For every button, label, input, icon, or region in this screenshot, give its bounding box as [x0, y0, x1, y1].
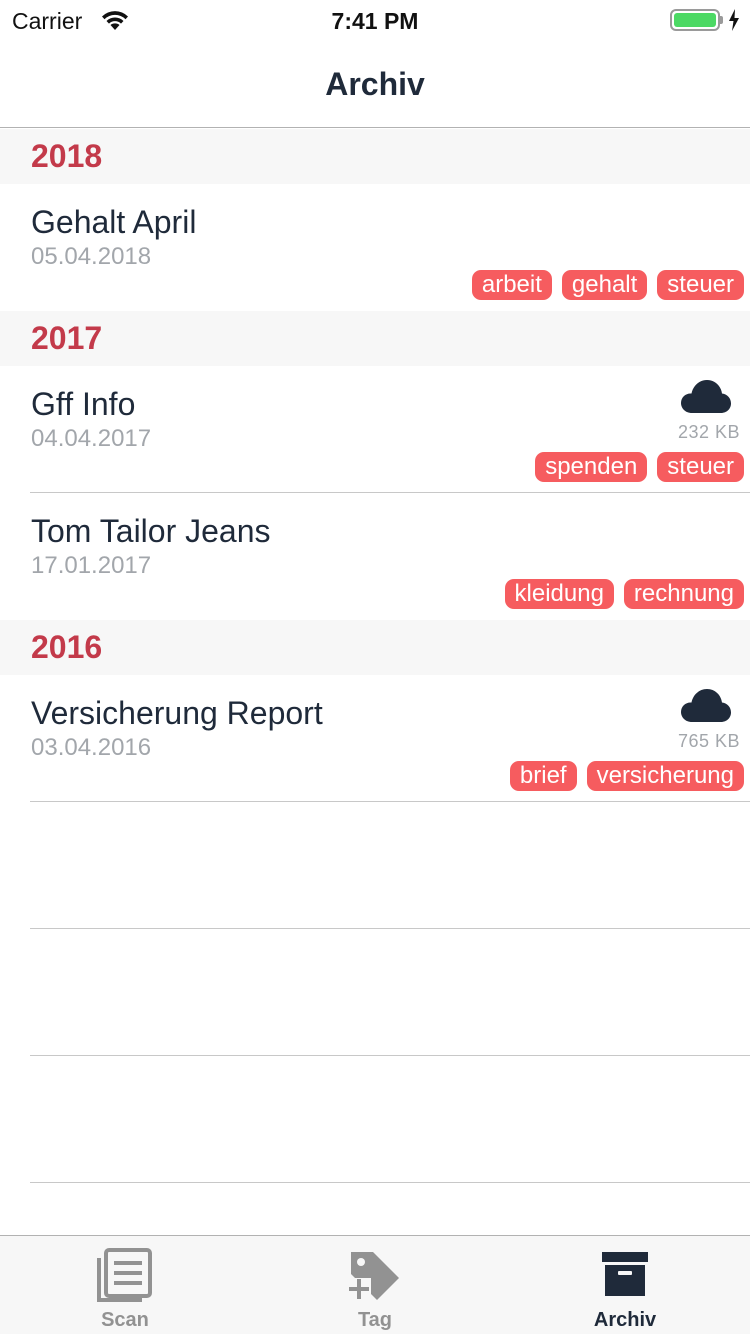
battery-tip [720, 16, 723, 24]
charging-bolt-icon [729, 9, 739, 31]
section-header-2016: 2016 [0, 620, 750, 675]
cloud-icon [681, 689, 731, 722]
document-title: Gehalt April [31, 204, 197, 240]
archive-list[interactable]: 2018 Gehalt April 05.04.2018 arbeit geha… [0, 129, 750, 1183]
section-year: 2017 [31, 320, 103, 356]
section-year: 2016 [31, 629, 103, 665]
tag-badge: brief [509, 761, 577, 791]
tag-list: brief versicherung [509, 761, 744, 791]
document-date: 03.04.2016 [31, 734, 152, 761]
document-title: Tom Tailor Jeans [31, 513, 271, 549]
tab-scan[interactable]: Scan [0, 1236, 250, 1334]
list-item[interactable]: Gff Info 04.04.2017 232 KB spenden steue… [0, 366, 750, 493]
tag-badge: rechnung [623, 579, 744, 609]
list-item[interactable]: Gehalt April 05.04.2018 arbeit gehalt st… [0, 184, 750, 311]
status-bar: Carrier 7:41 PM [0, 0, 750, 40]
empty-row [0, 1056, 750, 1183]
document-date: 05.04.2018 [31, 243, 152, 270]
tag-list: arbeit gehalt steuer [471, 270, 744, 300]
document-title: Gff Info [31, 386, 136, 422]
document-title: Versicherung Report [31, 695, 323, 731]
tag-badge: gehalt [561, 270, 648, 300]
tag-badge: spenden [535, 452, 648, 482]
section-header-2017: 2017 [0, 311, 750, 366]
tab-label: Scan [101, 1309, 149, 1331]
tag-badge: steuer [657, 452, 744, 482]
empty-row [0, 929, 750, 1056]
empty-row [0, 802, 750, 929]
section-header-2018: 2018 [0, 129, 750, 184]
tag-list: spenden steuer [535, 452, 744, 482]
navigation-bar: Archiv [0, 40, 750, 128]
tab-label: Tag [357, 1309, 393, 1331]
document-list-icon [97, 1248, 152, 1302]
tag-list: kleidung rechnung [504, 579, 744, 609]
tab-label: Archiv [593, 1309, 657, 1331]
tag-badge: versicherung [586, 761, 744, 791]
battery-icon [670, 9, 720, 31]
tag-badge: steuer [657, 270, 744, 300]
cloud-icon [681, 380, 731, 413]
section-year: 2018 [31, 138, 103, 174]
page-title: Archiv [325, 66, 425, 102]
document-date: 17.01.2017 [31, 552, 152, 579]
tab-archiv[interactable]: Archiv [500, 1236, 750, 1334]
list-item[interactable]: Versicherung Report 03.04.2016 765 KB br… [0, 675, 750, 802]
tag-badge: arbeit [471, 270, 552, 300]
tag-badge: kleidung [504, 579, 614, 609]
tab-bar: Scan Tag Archiv [0, 1235, 750, 1334]
document-date: 04.04.2017 [31, 425, 152, 452]
archive-box-icon [602, 1252, 648, 1296]
tab-tag[interactable]: Tag [250, 1236, 500, 1334]
list-item[interactable]: Tom Tailor Jeans 17.01.2017 kleidung rec… [0, 493, 750, 620]
status-time: 7:41 PM [331, 8, 419, 34]
file-size: 765 KB [677, 731, 740, 751]
tag-add-icon [347, 1252, 399, 1300]
file-size: 232 KB [677, 422, 740, 442]
